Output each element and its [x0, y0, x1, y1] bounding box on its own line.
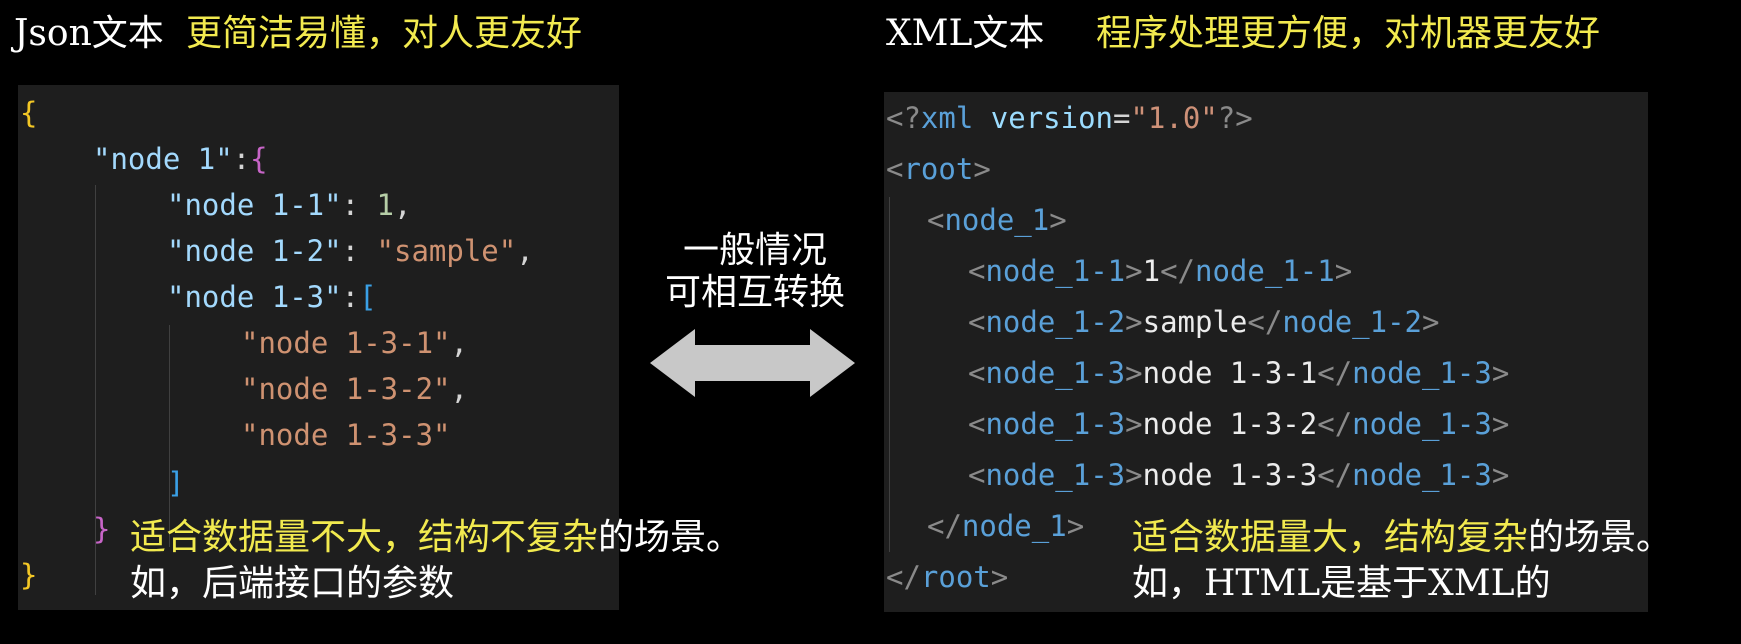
- xml-title: XML文本: [886, 13, 1045, 54]
- xml-usage-example: 如，HTML是基于XML的: [1132, 563, 1551, 604]
- json-note-suffix: 的场景。: [598, 517, 743, 558]
- json-tagline: 更简洁易懂，对人更友好: [186, 13, 583, 54]
- node1-3-value-2: node 1-3-2: [1142, 407, 1318, 441]
- n13-close-bracket: ]: [167, 466, 185, 500]
- xml-note-highlight: 适合数据量大，结构复杂: [1132, 517, 1529, 558]
- json-usage-note: 适合数据量不大，结构不复杂的场景。: [130, 520, 742, 556]
- json-line-node1-1: "node 1-1": 1,: [167, 191, 411, 220]
- decl-attr: version: [990, 101, 1113, 135]
- decl-eq: =: [1113, 101, 1131, 135]
- json-line-open: {: [20, 99, 37, 128]
- json-line-close: }: [20, 561, 37, 590]
- n12-sep: :: [341, 234, 377, 268]
- json-line-close-bracket: ]: [167, 469, 184, 498]
- xml-line-decl: <?xml version="1.0"?>: [886, 104, 1253, 133]
- decl-value: "1.0": [1130, 101, 1218, 135]
- xml-line-node1-3-c: <node_1-3>node 1-3-3</node_1-3>: [968, 458, 1510, 492]
- json-line-node1-3-2: "node 1-3-2",: [241, 375, 468, 404]
- json-line-node1-3: "node 1-3":[: [167, 283, 377, 312]
- conversion-label: 一般情况 可相互转换: [645, 230, 865, 315]
- n11-sep: :: [341, 188, 377, 222]
- colon: :: [232, 142, 251, 176]
- n12-comma: ,: [516, 234, 534, 268]
- n133-value: "node 1-3-3": [241, 418, 451, 452]
- conversion-label-line1: 一般情况: [682, 230, 827, 271]
- xml-line-node1-1: <node_1-1>1</node_1-1>: [968, 254, 1353, 288]
- double-arrow-icon: [650, 329, 855, 397]
- json-line-node1-3-1: "node 1-3-1",: [241, 329, 468, 358]
- node1-2-value: sample: [1142, 305, 1248, 339]
- json-note-highlight: 适合数据量不大，结构不复杂: [130, 517, 599, 558]
- node1-key: "node 1": [93, 142, 233, 176]
- json-line-node1-2: "node 1-2": "sample",: [167, 237, 534, 266]
- node1-3-value-1: node 1-3-1: [1142, 356, 1318, 390]
- open-brace: {: [20, 96, 38, 130]
- json-title: Json文本: [14, 13, 164, 54]
- n13-sep: :: [341, 280, 360, 314]
- n12-key: "node 1-2": [167, 234, 342, 268]
- xml-line-node1-3-a: <node_1-3>node 1-3-1</node_1-3>: [968, 356, 1510, 390]
- json-usage-example: 如，后端接口的参数: [130, 563, 455, 604]
- n11-comma: ,: [394, 188, 412, 222]
- xml-tagline: 程序处理更方便，对机器更友好: [1096, 13, 1601, 54]
- xml-line-root-open: <root>: [886, 152, 991, 186]
- n13-open-bracket: [: [359, 280, 377, 314]
- decl-name: xml: [920, 101, 974, 135]
- n132-value: "node 1-3-2": [241, 372, 451, 406]
- xml-line-node1-close: </node_1>: [927, 509, 1085, 543]
- n11-key: "node 1-1": [167, 188, 342, 222]
- n131-value: "node 1-3-1": [241, 326, 451, 360]
- n12-value: "sample": [376, 234, 517, 268]
- xml-line-node1-2: <node_1-2>sample</node_1-2>: [968, 305, 1440, 339]
- json-line-node1: "node 1":{: [93, 145, 268, 174]
- indent-guide: [889, 197, 890, 552]
- close-brace: }: [20, 558, 38, 592]
- decl-open: <?: [886, 101, 921, 135]
- json-line-close-node1: }: [93, 515, 110, 544]
- xml-line-node1-open: <node_1>: [927, 203, 1067, 237]
- node1-3-value-3: node 1-3-3: [1142, 458, 1318, 492]
- node1-close-brace: }: [93, 512, 111, 546]
- xml-line-root-close: </root>: [886, 560, 1009, 594]
- n132-comma: ,: [450, 372, 468, 406]
- n131-comma: ,: [450, 326, 468, 360]
- node1-open-brace: {: [250, 142, 268, 176]
- indent-guide: [169, 325, 170, 547]
- xml-note-suffix: 的场景。: [1528, 517, 1673, 558]
- n11-value: 1: [376, 188, 394, 222]
- xml-line-node1-3-b: <node_1-3>node 1-3-2</node_1-3>: [968, 407, 1510, 441]
- xml-usage-note: 适合数据量大，结构复杂的场景。: [1132, 520, 1672, 556]
- node1-1-value: 1: [1142, 254, 1161, 288]
- node1-tag: node_1: [944, 203, 1050, 237]
- conversion-label-line2: 可相互转换: [664, 272, 845, 314]
- decl-close: ?>: [1217, 101, 1253, 135]
- root-tag: root: [903, 152, 974, 186]
- json-line-node1-3-3: "node 1-3-3": [241, 421, 451, 450]
- n13-key: "node 1-3": [167, 280, 342, 314]
